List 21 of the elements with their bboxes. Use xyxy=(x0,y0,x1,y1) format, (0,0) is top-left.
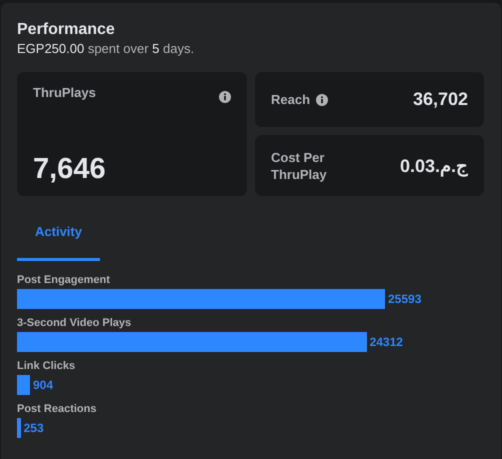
info-icon[interactable] xyxy=(316,94,328,106)
metric-value: 36,702 xyxy=(412,89,468,110)
activity-count: 253 xyxy=(24,421,44,435)
metric-value: ج.م.0.03 xyxy=(400,154,468,176)
metric-label: Cost Per ThruPlay xyxy=(271,148,328,182)
activity-bar xyxy=(17,375,30,395)
activity-count: 24312 xyxy=(370,335,403,349)
panel-title: Performance xyxy=(17,20,116,40)
metric-label: Reach xyxy=(271,91,310,108)
activity-label: Link Clicks xyxy=(17,359,76,373)
activity-label: 3-Second Video Plays xyxy=(17,316,132,330)
activity-label: Post Engagement xyxy=(17,273,111,287)
spend-summary: EGP250.00 spent over 5 days. xyxy=(17,40,196,58)
activity-label: Post Reactions xyxy=(17,402,98,416)
activity-bar xyxy=(17,418,21,438)
metric-value: 7,646 xyxy=(33,152,107,186)
info-icon[interactable] xyxy=(219,91,231,103)
metric-label: ThruPlays xyxy=(33,84,96,101)
activity-count: 25593 xyxy=(388,292,422,306)
activity-count: 904 xyxy=(32,378,54,392)
activity-tab[interactable]: Activity xyxy=(17,210,100,261)
